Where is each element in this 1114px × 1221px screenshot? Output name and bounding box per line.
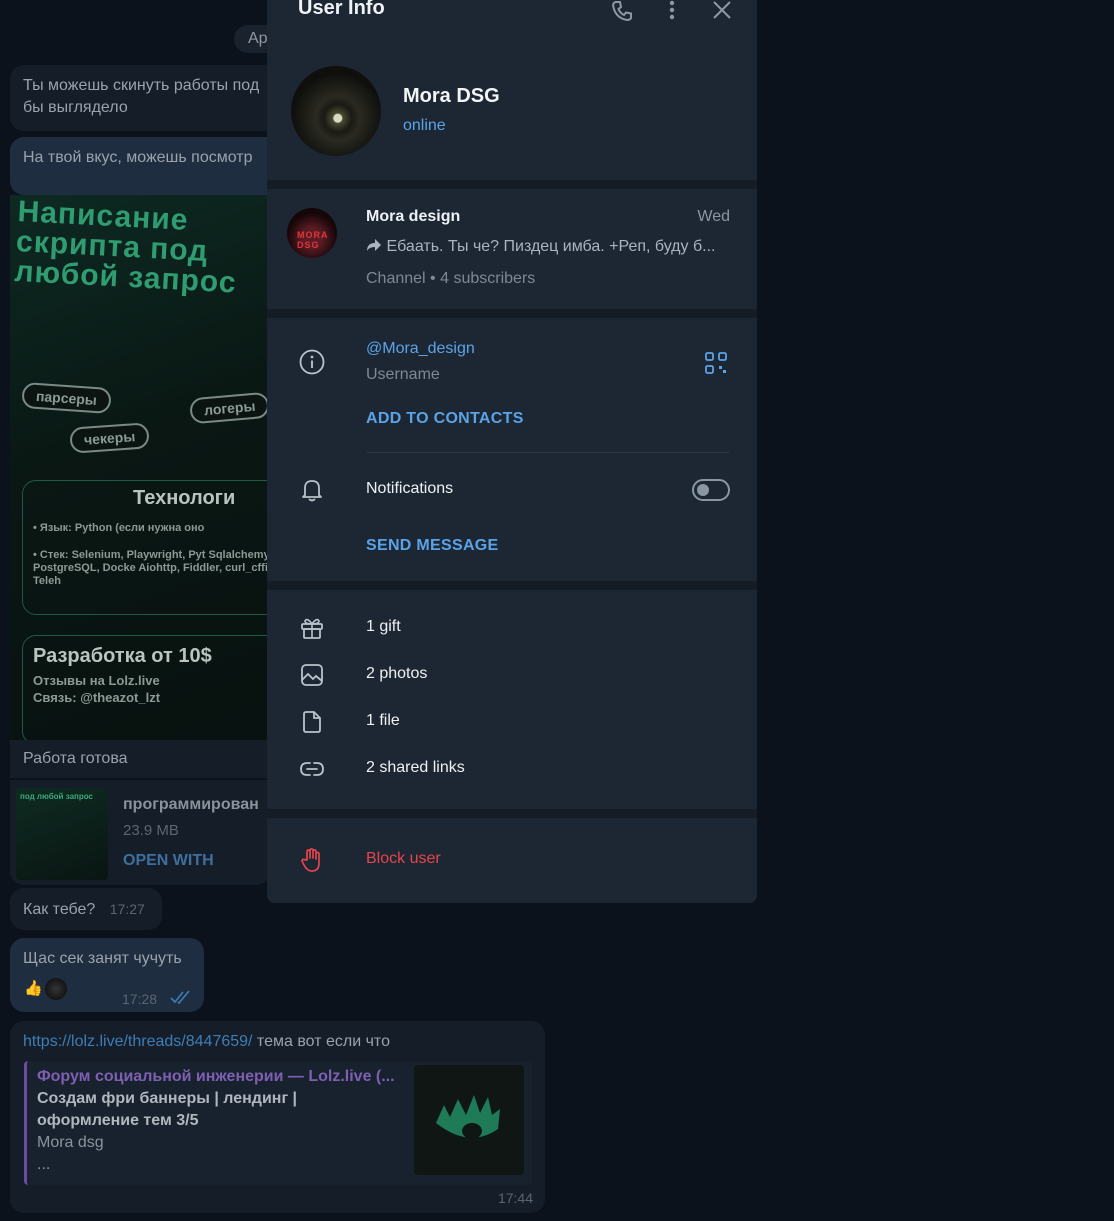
link-preview[interactable]: Форум социальной инженерии — Lolz.live (… bbox=[24, 1061, 532, 1185]
qr-code-icon[interactable] bbox=[704, 351, 728, 375]
hand-stop-icon bbox=[301, 848, 320, 872]
user-info-panel: User Info Mora DSG online MORA DSG Mora … bbox=[267, 0, 757, 903]
section-divider bbox=[267, 809, 757, 818]
file-thumbnail: под любой запрос bbox=[16, 788, 108, 880]
message-text: Щас сек занят чучуть bbox=[23, 950, 182, 967]
channel-last-message: Ебаать. Ты че? Пиздец имба. +Реп, буду б… bbox=[366, 238, 726, 256]
notifications-label: Notifications bbox=[366, 480, 454, 497]
poster-reviews: Отзывы на Lolz.live bbox=[33, 673, 160, 688]
info-icon bbox=[299, 349, 325, 375]
section-divider bbox=[267, 581, 757, 590]
thumbs-up-icon: 👍 bbox=[24, 980, 43, 997]
file-icon bbox=[303, 711, 321, 733]
message-bubble[interactable]: Работа готова bbox=[10, 740, 270, 778]
poster-price-box: Разработка от 10$ Отзывы на Lolz.live Св… bbox=[22, 635, 270, 740]
media-label: 2 shared links bbox=[366, 759, 465, 776]
message-bubble[interactable]: Щас сек занят чучуть 👍 17:28 bbox=[10, 938, 204, 1012]
message-time: 17:44 bbox=[497, 1190, 533, 1206]
username-label: Username bbox=[366, 366, 440, 383]
message-bubble[interactable]: Как тебе? 17:27 bbox=[10, 888, 162, 930]
channel-subtitle: Channel • 4 subscribers bbox=[366, 270, 536, 287]
media-label: 2 photos bbox=[366, 665, 428, 682]
poster-price-title: Разработка от 10$ bbox=[33, 645, 212, 667]
message-text: Работа готова bbox=[23, 750, 128, 767]
message-text: На твой вкус, можешь посмотр bbox=[23, 149, 253, 166]
preview-site: Форум социальной инженерии — Lolz.live (… bbox=[37, 1068, 395, 1085]
more-icon[interactable] bbox=[660, 0, 684, 24]
double-check-icon bbox=[170, 990, 190, 1004]
poster-contact: Связь: @theazot_lzt bbox=[33, 690, 161, 705]
channel-last-message-text: Ебаать. Ты че? Пиздец имба. +Реп, буду б… bbox=[386, 238, 716, 255]
channel-avatar-text: MORA DSG bbox=[297, 230, 329, 250]
poster-tech-title: Технологи bbox=[133, 487, 236, 509]
preview-image bbox=[414, 1065, 524, 1175]
message-bubble[interactable]: На твой вкус, можешь посмотр bbox=[10, 137, 280, 195]
reaction[interactable]: 👍 bbox=[24, 978, 67, 1001]
panel-title: User Info bbox=[298, 0, 385, 19]
poster-tag: парсеры bbox=[21, 381, 112, 415]
send-message-button[interactable]: SEND MESSAGE bbox=[366, 537, 499, 555]
notifications-toggle[interactable] bbox=[692, 479, 730, 501]
reactor-avatar bbox=[44, 978, 67, 1001]
poster-tag: логеры bbox=[189, 391, 270, 425]
forward-icon bbox=[367, 239, 381, 251]
channel-name: Mora design bbox=[366, 208, 461, 225]
user-name: Mora DSG bbox=[403, 85, 500, 107]
message-bubble[interactable]: Ты можешь скинуть работы под бы выглядел… bbox=[10, 65, 280, 131]
file-attachment[interactable]: под любой запрос программирован 23.9 MB … bbox=[10, 780, 270, 885]
open-with-button[interactable]: OPEN WITH bbox=[123, 852, 214, 870]
poster-tech-line: • Стек: Selenium, Playwright, Pyt Sqlalc… bbox=[33, 549, 270, 587]
poster-title: Написание скрипта под любой запрос bbox=[13, 195, 238, 300]
file-size: 23.9 MB bbox=[123, 822, 179, 839]
username-value[interactable]: @Mora_design bbox=[366, 340, 475, 358]
poster-tag: чекеры bbox=[69, 422, 151, 454]
preview-title: Создам фри баннеры | лендинг | оформлени… bbox=[37, 1090, 298, 1129]
channel-avatar: MORA DSG bbox=[287, 208, 337, 258]
poster-image[interactable]: Написание скрипта под любой запрос парсе… bbox=[10, 195, 270, 740]
user-status: online bbox=[403, 117, 446, 134]
media-label: 1 gift bbox=[366, 618, 401, 635]
gift-icon bbox=[301, 618, 323, 639]
photo-icon bbox=[301, 664, 323, 686]
message-text: тема вот если что bbox=[252, 1033, 390, 1050]
section-divider bbox=[267, 180, 757, 189]
eye-logo-icon bbox=[436, 1095, 500, 1139]
add-to-contacts-button[interactable]: ADD TO CONTACTS bbox=[366, 410, 524, 428]
message-time: 17:27 bbox=[109, 901, 145, 917]
panel-header: User Info bbox=[267, 0, 757, 30]
bell-icon bbox=[302, 480, 322, 502]
message-time: 17:28 bbox=[122, 991, 158, 1007]
message-bubble[interactable]: https://lolz.live/threads/8447659/ тема … bbox=[10, 1021, 545, 1213]
message-link[interactable]: https://lolz.live/threads/8447659/ bbox=[23, 1033, 252, 1050]
link-icon bbox=[300, 762, 324, 776]
block-user-label: Block user bbox=[366, 850, 441, 867]
avatar[interactable] bbox=[291, 66, 381, 156]
file-name: программирован bbox=[123, 796, 259, 813]
media-label: 1 file bbox=[366, 712, 400, 729]
poster-tech-box: Технологи • Язык: Python (если нужна оно… bbox=[22, 480, 270, 615]
section-divider bbox=[267, 309, 757, 318]
channel-date: Wed bbox=[697, 208, 730, 225]
phone-icon[interactable] bbox=[610, 0, 634, 24]
poster-tech-line: • Язык: Python (если нужна оно bbox=[33, 522, 205, 534]
message-text: Как тебе? bbox=[23, 901, 96, 918]
file-thumbnail-text: под любой запрос bbox=[20, 792, 93, 801]
toggle-knob bbox=[697, 484, 709, 496]
close-icon[interactable] bbox=[710, 0, 734, 24]
message-text: Ты можешь скинуть работы под бы выглядел… bbox=[23, 77, 260, 116]
row-divider bbox=[366, 452, 730, 453]
